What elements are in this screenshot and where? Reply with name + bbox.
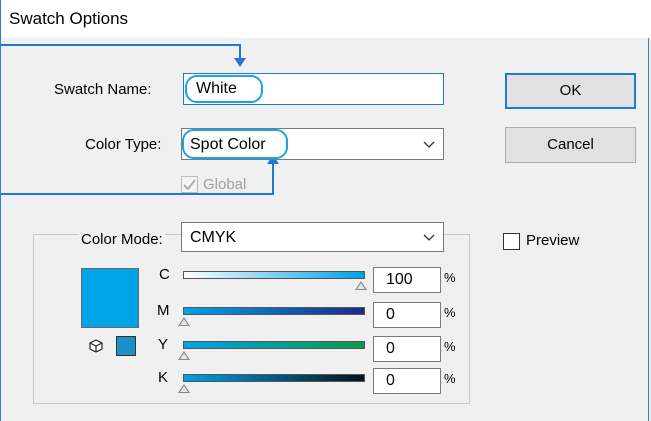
yellow-slider-thumb[interactable]: [178, 351, 190, 360]
color-type-label: Color Type:: [85, 136, 162, 153]
yellow-value-input[interactable]: 0: [373, 336, 441, 362]
color-mode-value: CMYK: [190, 229, 237, 246]
color-swatch-preview: [81, 268, 139, 328]
yellow-slider-track[interactable]: [183, 341, 365, 349]
black-percent-label: %: [444, 371, 456, 386]
ok-button[interactable]: OK: [505, 73, 636, 109]
swatch-name-label: Swatch Name:: [54, 81, 152, 98]
cancel-button[interactable]: Cancel: [505, 127, 636, 163]
cyan-value-input[interactable]: 100: [373, 267, 441, 293]
annotation-line-bottom-h: [1, 193, 274, 195]
yellow-percent-label: %: [444, 339, 456, 354]
annotation-line-top-h: [1, 44, 241, 46]
channel-letter-c: C: [159, 266, 170, 283]
magenta-value-input[interactable]: 0: [373, 302, 441, 328]
global-label: Global: [203, 176, 247, 193]
swatch-name-highlight: [185, 75, 263, 103]
title-bar: Swatch Options: [1, 0, 651, 38]
channel-letter-m: M: [157, 302, 170, 319]
swatch-options-dialog: Swatch Options Swatch Name: White Color …: [0, 0, 651, 421]
color-mode-label: Color Mode:: [79, 231, 165, 248]
preview-checkbox[interactable]: [503, 233, 520, 250]
cyan-percent-label: %: [444, 270, 456, 285]
magenta-percent-label: %: [444, 305, 456, 320]
color-mode-dropdown[interactable]: CMYK: [181, 222, 444, 252]
annotation-arrow-down-icon: [234, 58, 246, 67]
cyan-slider-thumb[interactable]: [355, 281, 367, 290]
black-slider-track[interactable]: [183, 374, 365, 382]
channel-letter-y: Y: [158, 336, 169, 353]
checkmark-icon: [183, 179, 196, 191]
dialog-title: Swatch Options: [9, 9, 129, 28]
color-type-highlight: [182, 129, 288, 159]
channel-letter-k: K: [158, 369, 169, 386]
black-slider-thumb[interactable]: [178, 384, 190, 393]
chevron-down-icon: [423, 234, 435, 241]
web-safe-swatch-icon[interactable]: [116, 336, 136, 356]
global-checkbox[interactable]: [181, 176, 198, 193]
magenta-slider-track[interactable]: [183, 307, 365, 315]
cyan-slider-track[interactable]: [183, 271, 365, 279]
annotation-line-bottom-v: [272, 162, 274, 195]
chevron-down-icon: [423, 141, 435, 148]
preview-label: Preview: [526, 232, 580, 249]
black-value-input[interactable]: 0: [373, 368, 441, 394]
magenta-slider-thumb[interactable]: [178, 317, 190, 326]
cube-icon[interactable]: [89, 339, 103, 353]
